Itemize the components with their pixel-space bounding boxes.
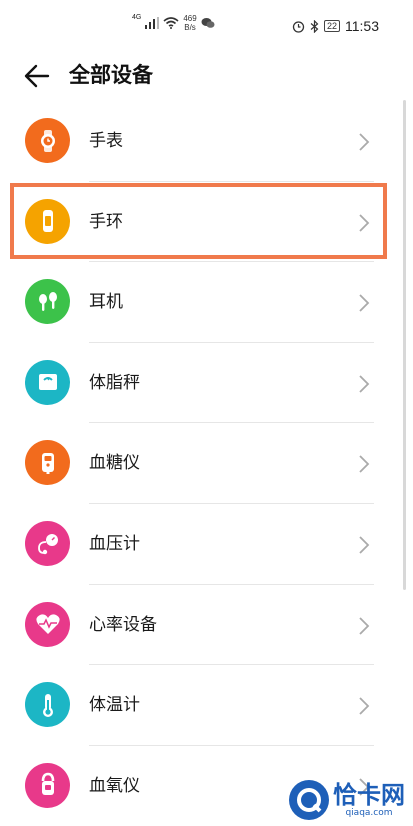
device-item-band[interactable]: 手环 — [0, 182, 413, 263]
chevron-right-icon — [359, 536, 370, 554]
device-label: 体脂秤 — [89, 372, 140, 393]
watermark-logo-icon — [289, 780, 329, 820]
chevron-right-icon — [359, 616, 370, 635]
oximeter-icon — [25, 762, 70, 808]
chevron-right-icon — [359, 375, 370, 393]
device-label: 心率设备 — [89, 614, 157, 635]
net-speed: 469 B/s — [183, 14, 196, 32]
signal-icon — [145, 17, 160, 29]
wifi-icon — [163, 17, 179, 29]
earphone-icon — [25, 279, 70, 325]
device-label: 血糖仪 — [89, 453, 140, 474]
device-item-earphone[interactable]: 耳机 — [0, 262, 413, 343]
chevron-right-icon — [359, 697, 370, 715]
bluetooth-icon — [310, 19, 319, 33]
watermark-url: qiaqa.com — [345, 808, 393, 818]
net-speed-unit: B/s — [184, 23, 196, 32]
glucose-meter-icon — [25, 440, 70, 486]
wechat-icon — [201, 18, 215, 28]
watermark: 恰卡网 qiaqa.com — [289, 780, 405, 820]
heart-rate-icon — [25, 601, 70, 647]
device-label: 耳机 — [89, 292, 123, 313]
clock: 11:53 — [345, 18, 379, 34]
signal-label: 4G — [132, 14, 142, 21]
net-speed-value: 469 — [183, 14, 197, 23]
device-item-watch[interactable]: 手表 — [0, 101, 413, 182]
status-bar: 4G 469 B/s 22 11:53 — [0, 0, 413, 52]
page-title: 全部设备 — [69, 63, 153, 87]
device-item-blood-pressure[interactable]: 血压计 — [0, 504, 413, 585]
device-label: 体温计 — [89, 695, 140, 716]
scale-icon — [25, 359, 70, 405]
device-list: 手表 手环 耳机 体脂秤 血糖仪 血压计 心率设备 体温计 血氧仪 — [0, 101, 413, 826]
arrow-left-icon — [24, 64, 50, 88]
app-header: 全部设备 — [0, 52, 413, 98]
device-label: 血氧仪 — [89, 775, 140, 796]
alarm-icon — [292, 20, 305, 33]
watch-icon — [25, 118, 70, 163]
battery-indicator: 22 — [323, 20, 340, 32]
device-item-scale[interactable]: 体脂秤 — [0, 343, 413, 424]
device-label: 手环 — [89, 211, 123, 232]
device-label: 手表 — [89, 131, 123, 151]
device-item-heart-rate[interactable]: 心率设备 — [0, 585, 413, 666]
battery-level: 22 — [326, 21, 337, 31]
device-label: 血压计 — [89, 533, 140, 554]
chevron-right-icon — [359, 213, 370, 232]
chevron-right-icon — [359, 294, 370, 312]
device-item-glucose-meter[interactable]: 血糖仪 — [0, 423, 413, 504]
blood-pressure-icon — [25, 520, 70, 566]
chevron-right-icon — [359, 455, 370, 474]
scrollbar[interactable] — [403, 100, 406, 590]
back-button[interactable] — [22, 60, 54, 92]
device-item-thermometer[interactable]: 体温计 — [0, 665, 413, 746]
watermark-title: 恰卡网 — [333, 781, 405, 809]
chevron-right-icon — [359, 133, 370, 151]
band-icon — [25, 198, 70, 244]
thermometer-icon — [25, 682, 70, 728]
